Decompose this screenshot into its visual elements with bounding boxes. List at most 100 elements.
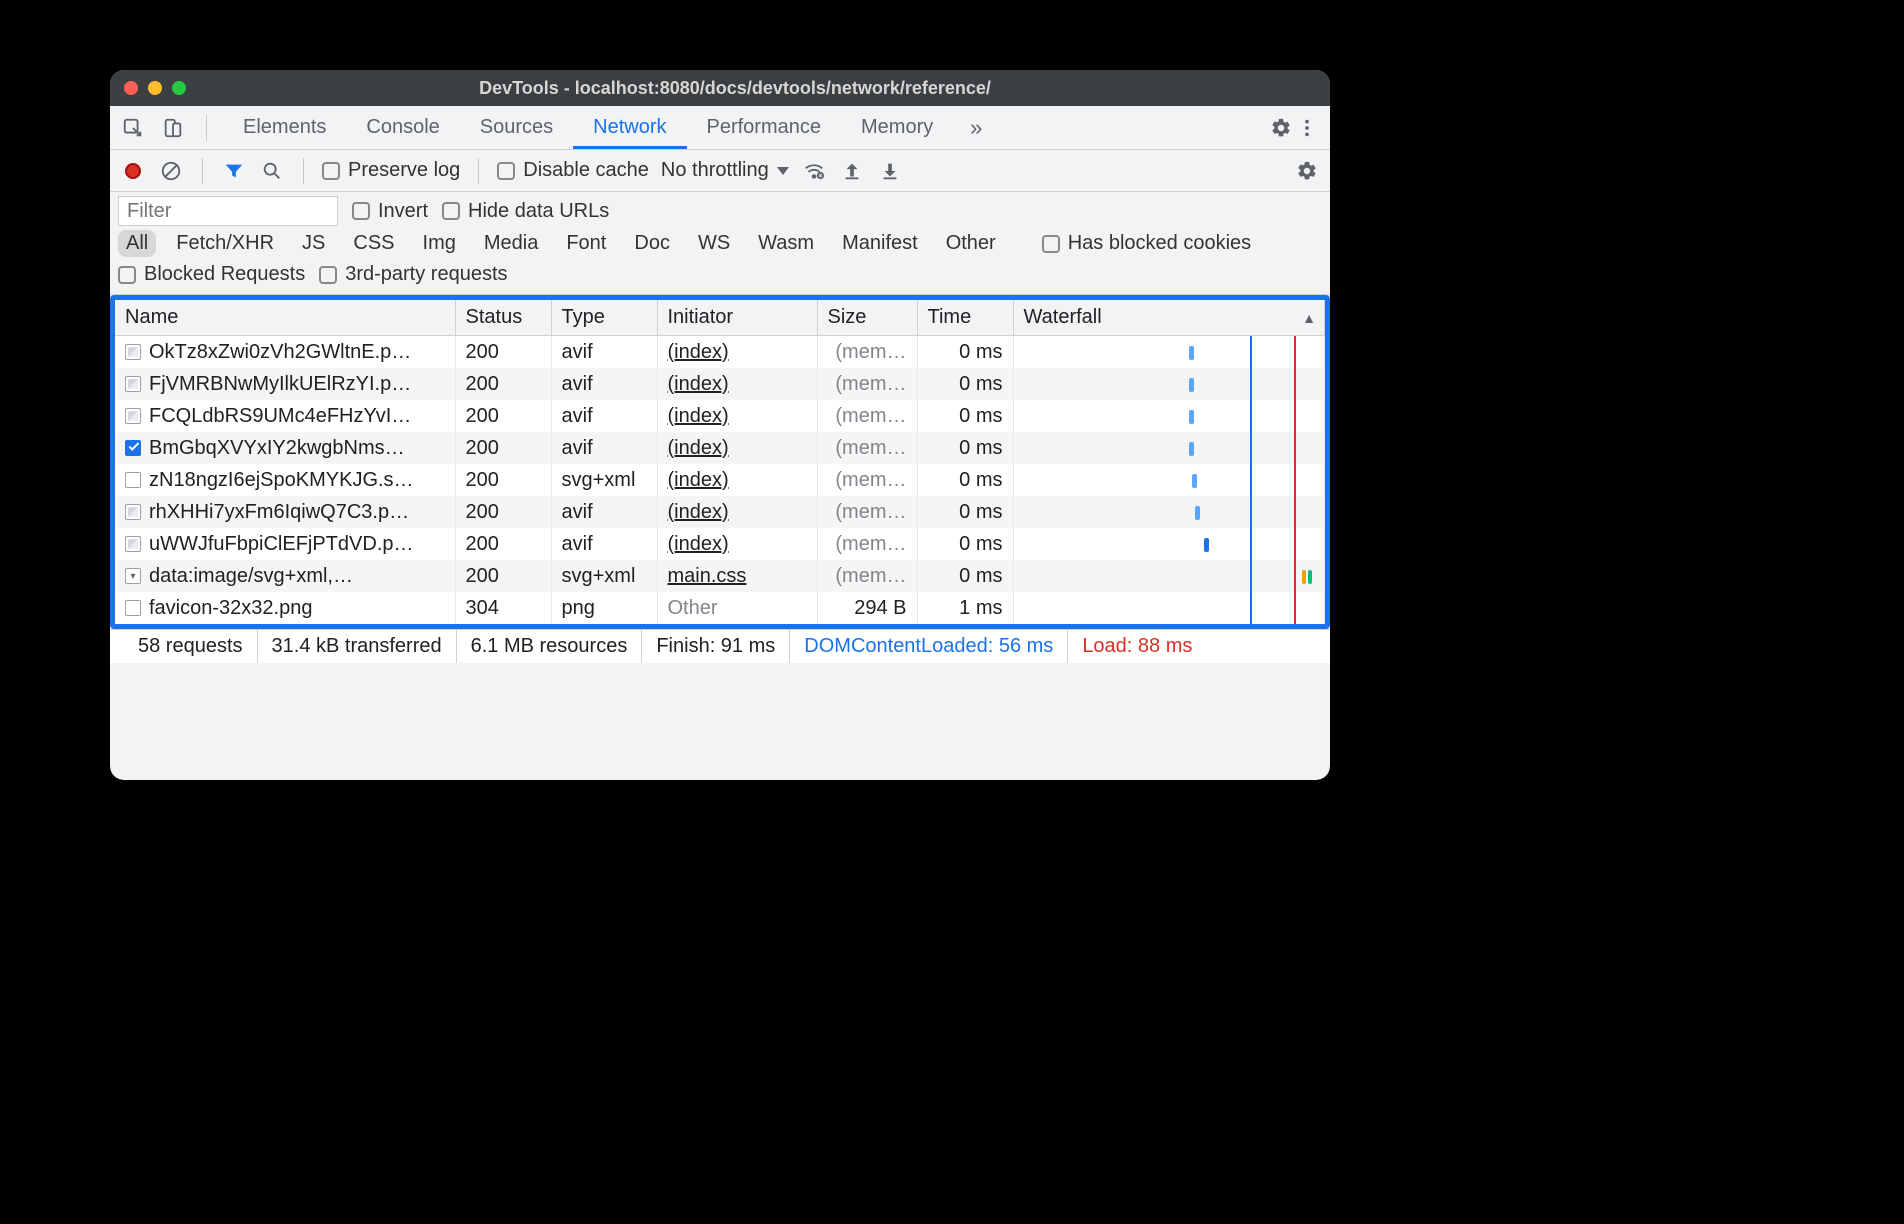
request-name: uWWJfuFbpiClEFjPTdVD.p… <box>149 533 414 556</box>
tab-console[interactable]: Console <box>346 106 459 149</box>
file-type-icon <box>125 600 141 616</box>
request-initiator[interactable]: main.css <box>668 565 747 587</box>
divider <box>202 158 203 184</box>
type-filter-fetch-xhr[interactable]: Fetch/XHR <box>168 230 282 257</box>
invert-checkbox[interactable]: Invert <box>352 200 428 223</box>
type-filter-wasm[interactable]: Wasm <box>750 230 822 257</box>
col-size[interactable]: Size <box>817 300 917 336</box>
request-initiator[interactable]: (index) <box>668 405 729 427</box>
throttling-select[interactable]: No throttling <box>661 159 789 182</box>
hide-data-urls-checkbox[interactable]: Hide data URLs <box>442 200 609 223</box>
table-row[interactable]: OkTz8xZwi0zVh2GWltnE.p…200avif(index)(me… <box>115 336 1325 369</box>
type-filter-manifest[interactable]: Manifest <box>834 230 926 257</box>
invert-label: Invert <box>378 200 428 223</box>
request-initiator[interactable]: (index) <box>668 437 729 459</box>
request-time: 0 ms <box>917 464 1013 496</box>
tab-elements[interactable]: Elements <box>223 106 346 149</box>
type-filter-other[interactable]: Other <box>938 230 1004 257</box>
table-row[interactable]: data:image/svg+xml,…200svg+xmlmain.css(m… <box>115 560 1325 592</box>
request-initiator[interactable]: (index) <box>668 373 729 395</box>
file-type-icon <box>125 568 141 584</box>
status-domcontentloaded: DOMContentLoaded: 56 ms <box>790 630 1068 663</box>
filter-input[interactable] <box>118 196 338 226</box>
request-time: 0 ms <box>917 368 1013 400</box>
request-initiator[interactable]: (index) <box>668 341 729 363</box>
type-filter-doc[interactable]: Doc <box>626 230 678 257</box>
tab-performance[interactable]: Performance <box>687 106 842 149</box>
panel-settings-icon[interactable] <box>1294 158 1320 184</box>
table-row[interactable]: uWWJfuFbpiClEFjPTdVD.p…200avif(index)(me… <box>115 528 1325 560</box>
type-filter-all[interactable]: All <box>118 230 156 257</box>
type-filter-js[interactable]: JS <box>294 230 333 257</box>
type-filter-css[interactable]: CSS <box>345 230 402 257</box>
tab-sources[interactable]: Sources <box>460 106 573 149</box>
col-status[interactable]: Status <box>455 300 551 336</box>
request-initiator[interactable]: (index) <box>668 469 729 491</box>
status-finish: Finish: 91 ms <box>642 630 790 663</box>
has-blocked-cookies-checkbox[interactable]: Has blocked cookies <box>1042 232 1251 255</box>
request-type: png <box>551 592 657 624</box>
settings-icon[interactable] <box>1268 115 1294 141</box>
table-row[interactable]: zN18ngzI6ejSpoKMYKJG.s…200svg+xml(index)… <box>115 464 1325 496</box>
preserve-log-checkbox[interactable]: Preserve log <box>322 159 460 182</box>
request-status: 200 <box>455 464 551 496</box>
request-type: svg+xml <box>551 464 657 496</box>
blocked-requests-label: Blocked Requests <box>144 263 305 286</box>
search-icon[interactable] <box>259 158 285 184</box>
record-button[interactable] <box>120 158 146 184</box>
throttling-label: No throttling <box>661 159 769 182</box>
table-row[interactable]: BmGbqXVYxIY2kwgbNms…200avif(index)(mem…0… <box>115 432 1325 464</box>
network-conditions-icon[interactable] <box>801 158 827 184</box>
request-name: rhXHHi7yxFm6IqiwQ7C3.p… <box>149 501 409 524</box>
type-filter-ws[interactable]: WS <box>690 230 738 257</box>
table-row[interactable]: FCQLdbRS9UMc4eFHzYvI…200avif(index)(mem…… <box>115 400 1325 432</box>
blocked-requests-checkbox[interactable]: Blocked Requests <box>118 263 305 286</box>
request-status: 200 <box>455 528 551 560</box>
zoom-window-button[interactable] <box>172 81 186 95</box>
request-waterfall <box>1013 464 1325 496</box>
request-size: 294 B <box>817 592 917 624</box>
file-type-icon <box>125 408 141 424</box>
request-status: 200 <box>455 336 551 369</box>
request-type: avif <box>551 528 657 560</box>
status-resources: 6.1 MB resources <box>457 630 643 663</box>
kebab-menu-icon[interactable] <box>1294 115 1320 141</box>
clear-button[interactable] <box>158 158 184 184</box>
divider <box>303 158 304 184</box>
tab-network[interactable]: Network <box>573 106 686 149</box>
close-window-button[interactable] <box>124 81 138 95</box>
titlebar: DevTools - localhost:8080/docs/devtools/… <box>110 70 1330 106</box>
type-filter-img[interactable]: Img <box>415 230 464 257</box>
upload-har-icon[interactable] <box>839 158 865 184</box>
more-tabs-button[interactable]: » <box>963 115 989 141</box>
request-initiator[interactable]: (index) <box>668 501 729 523</box>
request-type: avif <box>551 368 657 400</box>
request-waterfall <box>1013 496 1325 528</box>
tab-memory[interactable]: Memory <box>841 106 953 149</box>
col-type[interactable]: Type <box>551 300 657 336</box>
table-header-row: Name Status Type Initiator Size Time Wat… <box>115 300 1325 336</box>
type-filter-media[interactable]: Media <box>476 230 546 257</box>
request-size: (mem… <box>817 560 917 592</box>
third-party-checkbox[interactable]: 3rd-party requests <box>319 263 507 286</box>
col-time[interactable]: Time <box>917 300 1013 336</box>
request-name: OkTz8xZwi0zVh2GWltnE.p… <box>149 341 411 364</box>
request-name: BmGbqXVYxIY2kwgbNms… <box>149 437 405 460</box>
table-row[interactable]: FjVMRBNwMyIlkUElRzYI.p…200avif(index)(me… <box>115 368 1325 400</box>
request-initiator[interactable]: (index) <box>668 533 729 555</box>
minimize-window-button[interactable] <box>148 81 162 95</box>
col-initiator[interactable]: Initiator <box>657 300 817 336</box>
file-type-icon <box>125 440 141 456</box>
col-name[interactable]: Name <box>115 300 455 336</box>
device-toolbar-icon[interactable] <box>160 115 186 141</box>
table-row[interactable]: favicon-32x32.png304pngOther294 B1 ms <box>115 592 1325 624</box>
table-row[interactable]: rhXHHi7yxFm6IqiwQ7C3.p…200avif(index)(me… <box>115 496 1325 528</box>
type-filter-font[interactable]: Font <box>558 230 614 257</box>
download-har-icon[interactable] <box>877 158 903 184</box>
col-waterfall[interactable]: Waterfall▲ <box>1013 300 1325 336</box>
inspect-element-icon[interactable] <box>120 115 146 141</box>
disable-cache-checkbox[interactable]: Disable cache <box>497 159 649 182</box>
filter-toggle-icon[interactable] <box>221 158 247 184</box>
file-type-icon <box>125 376 141 392</box>
type-filter-row: All Fetch/XHR JS CSS Img Media Font Doc WS Wasm Ma… <box>110 226 1330 261</box>
